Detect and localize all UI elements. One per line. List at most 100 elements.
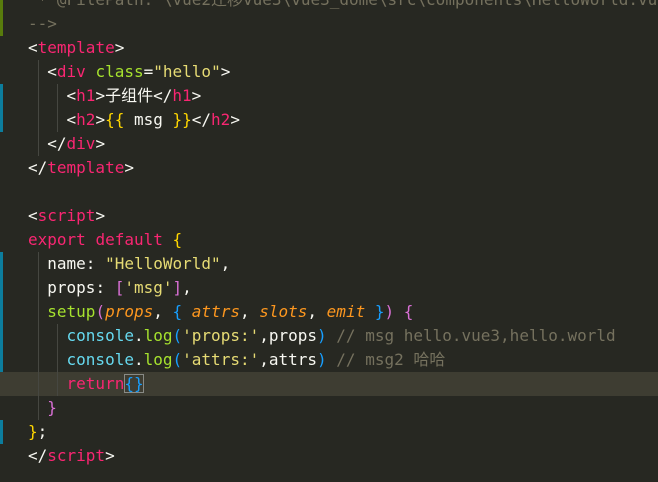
paren: ( (172, 326, 183, 345)
object-name: console (66, 350, 134, 369)
mustache-close: }} (172, 110, 192, 129)
tag-bracket: </ (28, 446, 48, 465)
tag-name: script (47, 446, 106, 465)
tag-bracket: > (95, 110, 106, 129)
comment-text: * @FilePath: \vue2迁移vue3\vue3_dome\src\c… (28, 0, 658, 12)
paren: ) (317, 350, 327, 369)
tag-bracket: > (95, 134, 106, 153)
string-value: 'attrs:' (182, 350, 260, 369)
property-key: name (47, 254, 86, 273)
code-line[interactable]: name: "HelloWorld", (0, 252, 658, 276)
tag-bracket: </ (153, 86, 173, 105)
paren: ( (172, 350, 183, 369)
tag-bracket: < (28, 38, 38, 57)
bracket: ] (172, 278, 183, 297)
code-editor[interactable]: * @FilePath: \vue2迁移vue3\vue3_dome\src\c… (0, 0, 658, 482)
code-line[interactable]: * @FilePath: \vue2迁移vue3\vue3_dome\src\c… (0, 0, 658, 12)
code-line[interactable]: setup(props, { attrs, slots, emit }) { (0, 300, 658, 324)
code-line[interactable]: props: ['msg'], (0, 276, 658, 300)
code-line[interactable]: export default { (0, 228, 658, 252)
tag-name: h2 (76, 110, 96, 129)
string-value: 'props:' (182, 326, 260, 345)
property-key: props (47, 278, 96, 297)
dot: . (133, 326, 144, 345)
keyword: return (66, 374, 125, 393)
mustache-open: {{ (105, 110, 125, 129)
code-line[interactable]: </div> (0, 132, 658, 156)
keyword: export (28, 230, 86, 249)
matched-braces: {} (124, 374, 144, 393)
tag-bracket: > (124, 158, 134, 177)
code-line[interactable]: --> (0, 12, 658, 36)
text-content: 子组件 (105, 86, 154, 105)
comma: , (220, 254, 231, 273)
method-name: log (143, 326, 173, 345)
parameter: emit (326, 302, 366, 321)
tag-bracket: < (47, 62, 57, 81)
tag-name: template (37, 38, 115, 57)
brace: } (47, 398, 57, 417)
code-line-current[interactable]: return{} (0, 372, 658, 396)
dot: . (133, 350, 144, 369)
tag-name: div (56, 62, 86, 81)
tag-name: h2 (211, 110, 231, 129)
code-line[interactable]: } (0, 396, 658, 420)
function-name: setup (47, 302, 96, 321)
code-line[interactable]: </script> (0, 444, 658, 468)
equals-sign: = (143, 62, 154, 81)
tag-bracket: > (95, 206, 106, 225)
attribute-name: class (95, 62, 144, 81)
code-line[interactable]: console.log('props:',props) // msg hello… (0, 324, 658, 348)
tag-bracket: < (66, 110, 77, 129)
code-line[interactable]: console.log('attrs:',attrs) // msg2 哈哈 (0, 348, 658, 372)
bracket: [ (114, 278, 125, 297)
code-line[interactable]: }; (0, 420, 658, 444)
paren: ( (95, 302, 106, 321)
tag-bracket: > (230, 110, 240, 129)
colon: : (85, 254, 106, 273)
brace: { (172, 302, 183, 321)
tag-bracket: > (114, 38, 125, 57)
code-line[interactable] (0, 180, 658, 204)
argument: ,attrs (259, 350, 318, 369)
argument: ,props (259, 326, 318, 345)
tag-bracket: < (28, 206, 38, 225)
comment-text: --> (28, 14, 57, 33)
tag-bracket: </ (191, 110, 212, 129)
method-name: log (143, 350, 173, 369)
keyword: default (95, 230, 163, 249)
code-line[interactable]: <script> (0, 204, 658, 228)
parameter: slots (259, 302, 308, 321)
brace: { (403, 302, 414, 321)
code-line[interactable]: <h2>{{ msg }}</h2> (0, 108, 658, 132)
string-value: 'msg' (124, 278, 173, 297)
semicolon: ; (37, 422, 48, 441)
tag-bracket: > (191, 86, 202, 105)
tag-name: h1 (172, 86, 192, 105)
code-line[interactable]: <div class="hello"> (0, 60, 658, 84)
code-line[interactable]: <template> (0, 36, 658, 60)
parameter: attrs (191, 302, 240, 321)
tag-name: div (66, 134, 96, 153)
tag-name: template (47, 158, 125, 177)
separator: , (239, 302, 260, 321)
attribute-value: "hello" (153, 62, 221, 81)
brace: } (28, 422, 38, 441)
brace: { (172, 230, 183, 249)
tag-bracket: < (66, 86, 77, 105)
code-line[interactable]: </template> (0, 156, 658, 180)
mustache-expression: msg (124, 110, 173, 129)
separator: , (153, 302, 173, 321)
parameter: props (105, 302, 154, 321)
string-value: "HelloWorld" (105, 254, 221, 273)
tag-bracket: > (220, 62, 231, 81)
code-line[interactable]: <h1>子组件</h1> (0, 84, 658, 108)
paren: ) (384, 302, 395, 321)
colon: : (95, 278, 115, 297)
tag-name: h1 (76, 86, 96, 105)
tag-bracket: > (95, 86, 106, 105)
tag-bracket: </ (28, 158, 48, 177)
object-name: console (66, 326, 134, 345)
comma: , (182, 278, 192, 297)
paren: ) (317, 326, 327, 345)
